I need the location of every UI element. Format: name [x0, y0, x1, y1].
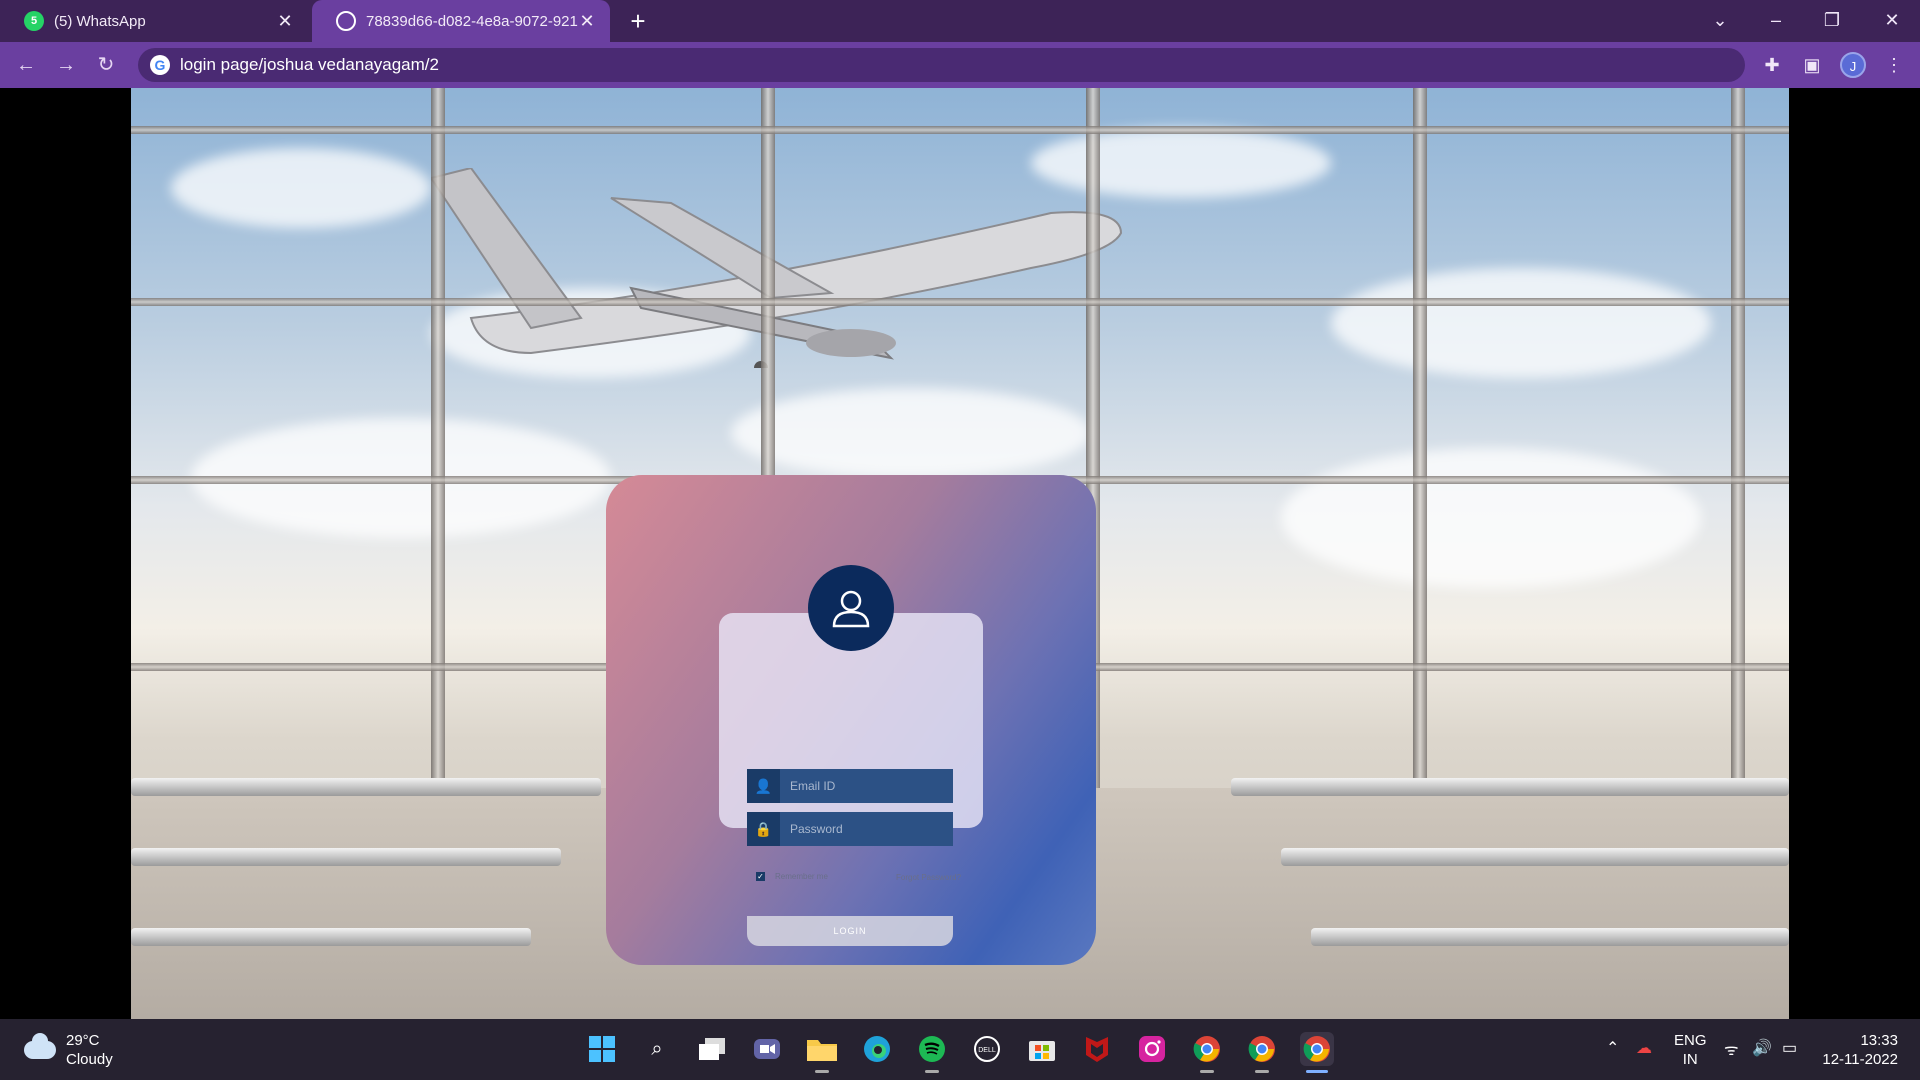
svg-text:DELL: DELL	[978, 1047, 996, 1054]
user-avatar-icon	[808, 565, 894, 651]
minimize-button[interactable]: –	[1748, 0, 1804, 42]
close-window-button[interactable]: ✕	[1864, 0, 1920, 42]
date-text: 12-11-2022	[1822, 1051, 1898, 1068]
google-icon: G	[150, 55, 170, 75]
tab-whatsapp[interactable]: 5 (5) WhatsApp ✕	[0, 0, 308, 42]
spotify-icon[interactable]	[915, 1032, 949, 1073]
side-panel-icon[interactable]: ▣	[1798, 51, 1826, 79]
lang-code: ENG	[1674, 1032, 1707, 1049]
airplane-image	[431, 168, 1123, 368]
remember-me-checkbox[interactable]: ✓ Remember me	[756, 872, 828, 881]
menu-icon[interactable]: ⋮	[1880, 51, 1908, 79]
chrome-icon[interactable]	[1190, 1032, 1224, 1073]
remember-me-label: Remember me	[775, 872, 828, 881]
extensions-icon[interactable]: ✚	[1758, 51, 1786, 79]
chevron-up-icon[interactable]: ⌃	[1606, 1038, 1619, 1058]
restore-button[interactable]: ❐	[1804, 0, 1860, 42]
password-input[interactable]	[780, 822, 950, 836]
forgot-password-link[interactable]: Forgot Password?	[896, 873, 961, 882]
windows-taskbar: 29°C Cloudy ⌕ DELL ⌃ ☁ ENG IN ᯤ 🔊 ▭ 13:3…	[0, 1019, 1920, 1080]
volume-icon[interactable]: 🔊	[1752, 1038, 1772, 1058]
checkbox-checked-icon[interactable]: ✓	[756, 872, 765, 881]
tab-strip: 5 (5) WhatsApp ✕ 78839d66-d082-4e8a-9072…	[0, 0, 1920, 42]
wifi-icon[interactable]: ᯤ	[1724, 1038, 1739, 1060]
weather-widget[interactable]: 29°C Cloudy	[24, 1031, 113, 1069]
browser-toolbar: ← → ↻ G login page/joshua vedanayagam/2 …	[0, 42, 1920, 88]
back-icon[interactable]: ←	[10, 49, 42, 81]
weather-temp: 29°C	[66, 1032, 100, 1049]
instagram-icon[interactable]	[1135, 1032, 1169, 1066]
clock[interactable]: 13:33 12-11-2022	[1820, 1031, 1898, 1069]
onedrive-error-icon[interactable]: ☁	[1636, 1038, 1652, 1058]
cloud-icon	[24, 1033, 56, 1059]
time-text: 13:33	[1860, 1032, 1898, 1049]
tab-title: 78839d66-d082-4e8a-9072-921a	[366, 12, 578, 30]
dell-icon[interactable]: DELL	[970, 1032, 1004, 1066]
task-view-icon[interactable]	[695, 1032, 729, 1066]
page-viewport: 👤 🔒 ✓ Remember me Forgot Password? LOGIN	[0, 88, 1920, 1019]
tab-search-icon[interactable]: ⌄	[1692, 0, 1748, 42]
edge-icon[interactable]	[860, 1032, 894, 1066]
teams-icon[interactable]	[750, 1032, 784, 1066]
reload-icon[interactable]: ↻	[90, 49, 122, 81]
profile-avatar[interactable]: J	[1840, 52, 1866, 78]
weather-desc: Cloudy	[66, 1051, 113, 1068]
address-text: login page/joshua vedanayagam/2	[180, 55, 439, 74]
file-explorer-icon[interactable]	[805, 1032, 839, 1073]
close-icon[interactable]: ✕	[578, 11, 596, 32]
tab-title: (5) WhatsApp	[54, 12, 146, 30]
email-field[interactable]: 👤	[747, 769, 953, 803]
language-indicator[interactable]: ENG IN	[1674, 1031, 1707, 1069]
forward-icon[interactable]: →	[50, 49, 82, 81]
new-tab-button[interactable]: +	[624, 7, 652, 35]
start-icon[interactable]	[585, 1032, 619, 1066]
user-icon: 👤	[747, 769, 780, 803]
chrome-icon[interactable]	[1245, 1032, 1279, 1073]
store-icon[interactable]	[1025, 1032, 1059, 1066]
address-bar[interactable]: G login page/joshua vedanayagam/2	[138, 48, 1745, 82]
login-button[interactable]: LOGIN	[747, 916, 953, 946]
password-field[interactable]: 🔒	[747, 812, 953, 846]
battery-icon[interactable]: ▭	[1782, 1038, 1797, 1058]
lock-icon: 🔒	[747, 812, 780, 846]
globe-icon	[336, 11, 356, 31]
mcafee-icon[interactable]	[1080, 1032, 1114, 1066]
close-icon[interactable]: ✕	[276, 11, 294, 32]
lang-region: IN	[1682, 1051, 1698, 1068]
login-card: 👤 🔒 ✓ Remember me Forgot Password? LOGIN	[606, 475, 1096, 965]
email-input[interactable]	[780, 779, 950, 793]
whatsapp-icon: 5	[24, 11, 44, 31]
search-icon[interactable]: ⌕	[640, 1032, 674, 1066]
chrome-icon[interactable]	[1300, 1032, 1334, 1073]
tab-active-page[interactable]: 78839d66-d082-4e8a-9072-921a ✕	[312, 0, 610, 42]
